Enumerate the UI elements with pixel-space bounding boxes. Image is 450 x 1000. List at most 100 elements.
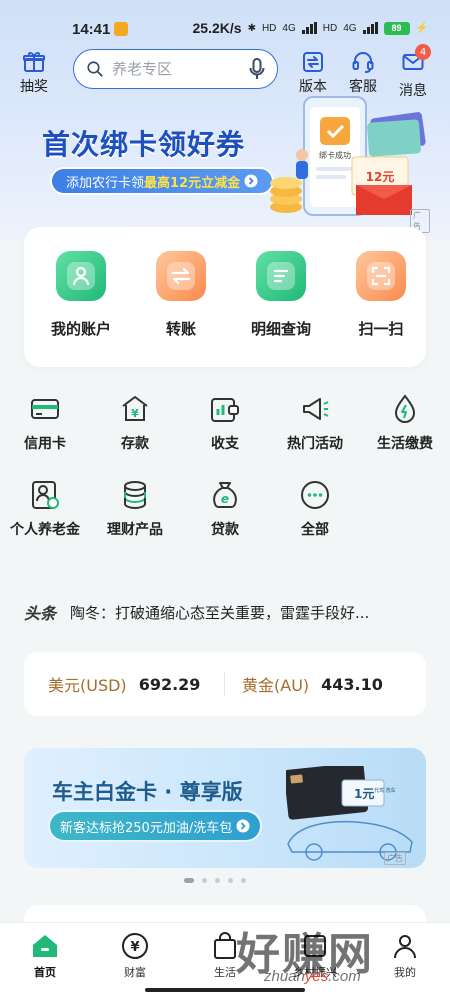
- service-pension[interactable]: 个人养老金: [0, 479, 90, 539]
- yuan-circle-icon: ¥: [122, 933, 148, 959]
- service-label: 存款: [121, 436, 149, 452]
- rate-usd[interactable]: 美元(USD) 692.29: [48, 672, 200, 696]
- car-banner-subtitle: 新客达标抢250元加油/洗车包: [50, 812, 261, 840]
- quick-actions-card: 我的账户 转账 明细查询 扫一扫: [24, 227, 426, 367]
- nav-mine[interactable]: 我的: [370, 931, 440, 980]
- chevron-right-icon: [244, 174, 258, 188]
- car-banner-ad-tag: 广告: [384, 852, 406, 865]
- coupon-text: 12元: [366, 170, 395, 184]
- quick-transfer[interactable]: 转账: [136, 251, 226, 339]
- rates-card[interactable]: 美元(USD) 692.29 黄金(AU) 443.10: [24, 652, 426, 716]
- loan-icon: e: [213, 482, 237, 508]
- service-utility[interactable]: 生活缴费: [360, 393, 450, 453]
- service-label: 贷款: [211, 522, 239, 538]
- service-hot-events[interactable]: 热门活动: [270, 393, 360, 453]
- nav-label: 我的: [394, 966, 416, 979]
- rate-name: 黄金(AU): [242, 676, 310, 695]
- quick-label: 扫一扫: [358, 320, 404, 338]
- bluetooth-icon: ✱: [247, 22, 256, 34]
- service-label: 收支: [211, 436, 239, 452]
- svg-text:¥: ¥: [130, 940, 139, 955]
- service-label: 理财产品: [107, 522, 163, 538]
- net-speed: 25.2K/s: [192, 20, 242, 36]
- carousel-dot: [184, 878, 194, 883]
- message-icon-wrap: 4: [401, 44, 431, 80]
- status-bar: 14:41 25.2K/s ✱ HD 4G HD 4G 89 ⚡: [0, 0, 450, 44]
- quick-label: 我的账户: [50, 320, 111, 338]
- promo-banner[interactable]: 首次绑卡领好券 添加农行卡领 最高12元立减金 绑卡成功 12元 广告: [30, 95, 430, 233]
- carousel-indicator: [184, 878, 246, 883]
- customer-service-button[interactable]: 客服: [349, 50, 377, 96]
- quick-my-account[interactable]: 我的账户: [36, 251, 126, 339]
- status-right: 25.2K/s ✱ HD 4G HD 4G 89 ⚡: [193, 20, 428, 36]
- quick-details[interactable]: 明细查询: [236, 251, 326, 339]
- card-promo-sub: 代驾 洗车: [374, 787, 396, 794]
- search-input[interactable]: [112, 60, 241, 78]
- deposit-icon: ¥: [122, 396, 148, 421]
- phone-text: 绑卡成功: [319, 150, 351, 160]
- gift-icon: [23, 52, 45, 72]
- rate-value: 443.10: [321, 674, 383, 694]
- car-banner-subtitle-text: 新客达标抢250元加油/洗车包: [60, 820, 233, 836]
- service-wealth[interactable]: 理财产品: [90, 479, 180, 539]
- headline-text: 陶冬：打破通缩心态至关重要，雷霆手段好...: [70, 603, 370, 622]
- watermark-url-pre: zhuan: [264, 968, 305, 985]
- nav-home[interactable]: 首页: [10, 931, 80, 980]
- details-icon: [256, 251, 306, 301]
- credit-card-icon: [31, 399, 59, 419]
- carousel-dot: [202, 878, 207, 883]
- net2-icon: 4G: [343, 22, 357, 34]
- service-label: 热门活动: [287, 436, 343, 452]
- card-promo-text: 1元: [354, 787, 374, 801]
- signal1-icon: [301, 22, 317, 34]
- carousel-dot: [228, 878, 233, 883]
- service-deposit[interactable]: ¥ 存款: [90, 393, 180, 453]
- hd1-icon: HD: [261, 22, 277, 34]
- home-indicator[interactable]: [145, 988, 305, 992]
- quick-scan[interactable]: 扫一扫: [336, 251, 426, 339]
- message-button[interactable]: 4 消息: [399, 44, 431, 100]
- svg-text:¥: ¥: [131, 407, 139, 420]
- carousel-dot: [215, 878, 220, 883]
- rate-value: 692.29: [138, 674, 201, 694]
- account-icon: [56, 251, 106, 301]
- pension-icon: [32, 481, 59, 509]
- service-income-expense[interactable]: 收支: [180, 393, 270, 453]
- service-label: 生活缴费: [377, 436, 433, 452]
- service-loan[interactable]: e 贷款: [180, 479, 270, 539]
- banner-subtitle-highlight: 最高12元立减金: [144, 175, 241, 191]
- watermark-url-mid: yes: [304, 968, 329, 985]
- net1-icon: 4G: [282, 22, 296, 34]
- income-expense-icon: [211, 398, 239, 422]
- nav-wealth[interactable]: ¥ 财富: [100, 931, 170, 980]
- lottery-button[interactable]: 抽奖: [20, 50, 48, 96]
- customer-service-label: 客服: [349, 79, 377, 95]
- rate-gold[interactable]: 黄金(AU) 443.10: [242, 672, 383, 696]
- message-badge: 4: [415, 44, 431, 60]
- charging-icon: ⚡: [415, 22, 428, 34]
- headline-news[interactable]: 头条 陶冬：打破通缩心态至关重要，雷霆手段好...: [24, 600, 424, 624]
- headline-tag: 头条: [24, 604, 57, 623]
- notification-icon: [114, 22, 128, 36]
- service-credit-card[interactable]: 信用卡: [0, 393, 90, 453]
- quick-label: 转账: [165, 320, 196, 338]
- service-all[interactable]: 全部: [270, 479, 360, 539]
- signal2-icon: [362, 22, 378, 34]
- nav-label: 财富: [124, 966, 146, 979]
- watermark-url-post: .com: [328, 968, 361, 985]
- banner-title: 首次绑卡领好券: [42, 128, 246, 161]
- version-button[interactable]: 版本: [299, 50, 327, 96]
- rate-name: 美元(USD): [48, 676, 127, 695]
- hd2-icon: HD: [322, 22, 338, 34]
- megaphone-icon: [303, 398, 329, 420]
- service-label: 信用卡: [24, 436, 66, 452]
- microphone-icon[interactable]: [249, 58, 265, 80]
- search-bar[interactable]: [73, 49, 278, 89]
- carousel-dot: [241, 878, 246, 883]
- more-icon: [301, 481, 329, 509]
- car-card-illustration: 1元 代驾 洗车: [286, 766, 413, 861]
- transfer-icon: [156, 251, 206, 301]
- scan-icon: [356, 251, 406, 301]
- car-card-banner[interactable]: 车主白金卡 · 尊享版 新客达标抢250元加油/洗车包 1元 代驾 洗车 广告: [24, 748, 426, 868]
- svg-text:e: e: [221, 492, 229, 506]
